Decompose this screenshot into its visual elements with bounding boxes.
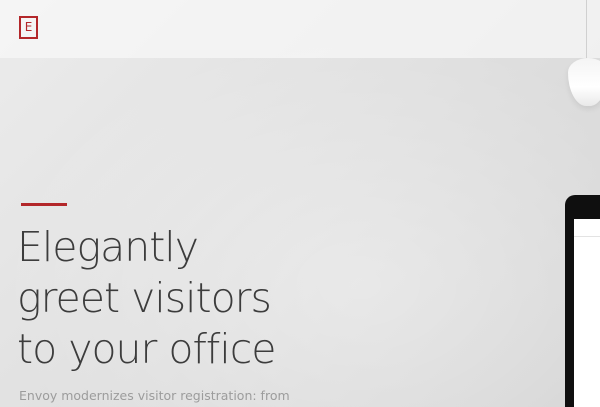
tablet-screen bbox=[574, 219, 600, 407]
headline-line-2: greet visitors bbox=[17, 274, 272, 322]
hero-subtext: Envoy modernizes visitor registration: f… bbox=[19, 388, 290, 403]
envoy-logo-icon[interactable]: E bbox=[19, 16, 38, 39]
top-navigation-bar: E bbox=[0, 0, 600, 58]
hero-headline: Elegantly greet visitors to your office bbox=[17, 222, 337, 375]
accent-rule bbox=[21, 203, 67, 206]
headline-line-1: Elegantly bbox=[17, 223, 199, 271]
tablet-screen-divider bbox=[574, 236, 600, 237]
lamp-cord bbox=[586, 0, 587, 62]
headline-line-3: to your office bbox=[17, 325, 277, 373]
